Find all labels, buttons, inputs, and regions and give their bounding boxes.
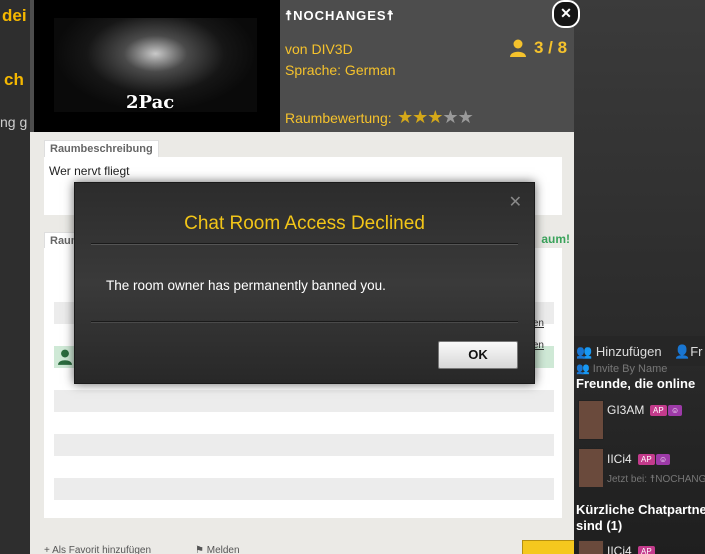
background-text: ch <box>4 70 24 89</box>
users-icon: 👥 <box>576 344 593 359</box>
room-image: 2Pac <box>34 0 280 132</box>
star-empty-icon[interactable]: ★ <box>458 107 474 127</box>
room-name: ☨NOCHANGES☨ <box>285 8 395 23</box>
avatar[interactable] <box>578 540 604 554</box>
background-text: dei <box>2 6 27 25</box>
description-text: Wer nervt fliegt <box>49 164 130 178</box>
go-button[interactable] <box>522 540 574 554</box>
divider <box>91 243 518 245</box>
ap-badge: AP <box>638 454 655 465</box>
list-item[interactable] <box>54 434 554 456</box>
list-item[interactable] <box>54 390 554 412</box>
star-empty-icon[interactable]: ★ <box>442 107 458 127</box>
rating-label: Raumbewertung: <box>285 110 392 126</box>
divider <box>91 321 518 323</box>
fr-link[interactable]: 👤Fr <box>674 344 702 360</box>
ap-badge: AP <box>650 405 667 416</box>
avatar[interactable] <box>578 400 604 440</box>
room-image-title: 2Pac <box>126 92 175 113</box>
list-item[interactable] <box>54 412 554 434</box>
description-tab: Raumbeschreibung <box>44 140 159 157</box>
room-header: 2Pac ☨NOCHANGES☨ von DIV3D Sprache: Germ… <box>30 0 574 132</box>
badge-icon: ☺ <box>656 454 671 465</box>
list-item[interactable] <box>54 478 554 500</box>
star-filled-icon[interactable]: ★ <box>412 107 428 127</box>
room-owner[interactable]: von DIV3D <box>285 41 353 57</box>
friend-location: Jetzt bei: ☨NOCHANGES <box>607 474 705 485</box>
friend-name[interactable]: IICi4 <box>607 544 632 554</box>
friend-name[interactable]: GI3AM <box>607 403 644 417</box>
add-friend-link[interactable]: 👥 Hinzufügen <box>576 344 662 360</box>
invite-link[interactable]: 👥 Invite By Name <box>576 362 667 375</box>
report-link[interactable]: ⚑ Melden <box>195 545 240 554</box>
user-icon <box>510 39 526 57</box>
recent-heading: Kürzliche Chatpartner <box>576 502 705 517</box>
badge-icon: ☺ <box>668 405 683 416</box>
users-icon: 👥 <box>576 363 590 375</box>
dialog-title: Chat Room Access Declined <box>184 213 425 234</box>
room-link[interactable]: aum! <box>541 232 570 246</box>
users-icon: 👤 <box>674 344 691 359</box>
close-icon[interactable]: ✕ <box>552 0 580 28</box>
friends-sidebar: 👥 Hinzufügen 👤Fr 👥 Invite By Name Freund… <box>574 0 705 554</box>
background-text: ng g <box>0 114 28 130</box>
star-filled-icon[interactable]: ★ <box>397 107 413 127</box>
star-filled-icon[interactable]: ★ <box>427 107 443 127</box>
ap-badge: AP <box>638 546 655 554</box>
ok-button[interactable]: OK <box>438 341 518 369</box>
user-count-value: 3 / 8 <box>534 38 568 57</box>
list-item[interactable] <box>54 456 554 478</box>
recent-subheading: sind (1) <box>576 518 623 533</box>
add-favorite-link[interactable]: + Als Favorit hinzufügen <box>44 545 151 554</box>
room-language: Sprache: German <box>285 62 396 78</box>
access-declined-dialog: ✕ Chat Room Access Declined The room own… <box>74 182 535 384</box>
avatar[interactable] <box>578 448 604 488</box>
friends-heading: Freunde, die online <box>576 376 696 391</box>
dialog-close-icon[interactable]: ✕ <box>509 192 522 212</box>
user-icon <box>58 349 72 365</box>
friend-name[interactable]: IICi4 <box>607 452 632 466</box>
background-left-strip: dei ch ng g <box>0 0 30 554</box>
rating-stars[interactable]: ★★★★★ <box>397 107 474 128</box>
dialog-message: The room owner has permanently banned yo… <box>106 278 386 293</box>
